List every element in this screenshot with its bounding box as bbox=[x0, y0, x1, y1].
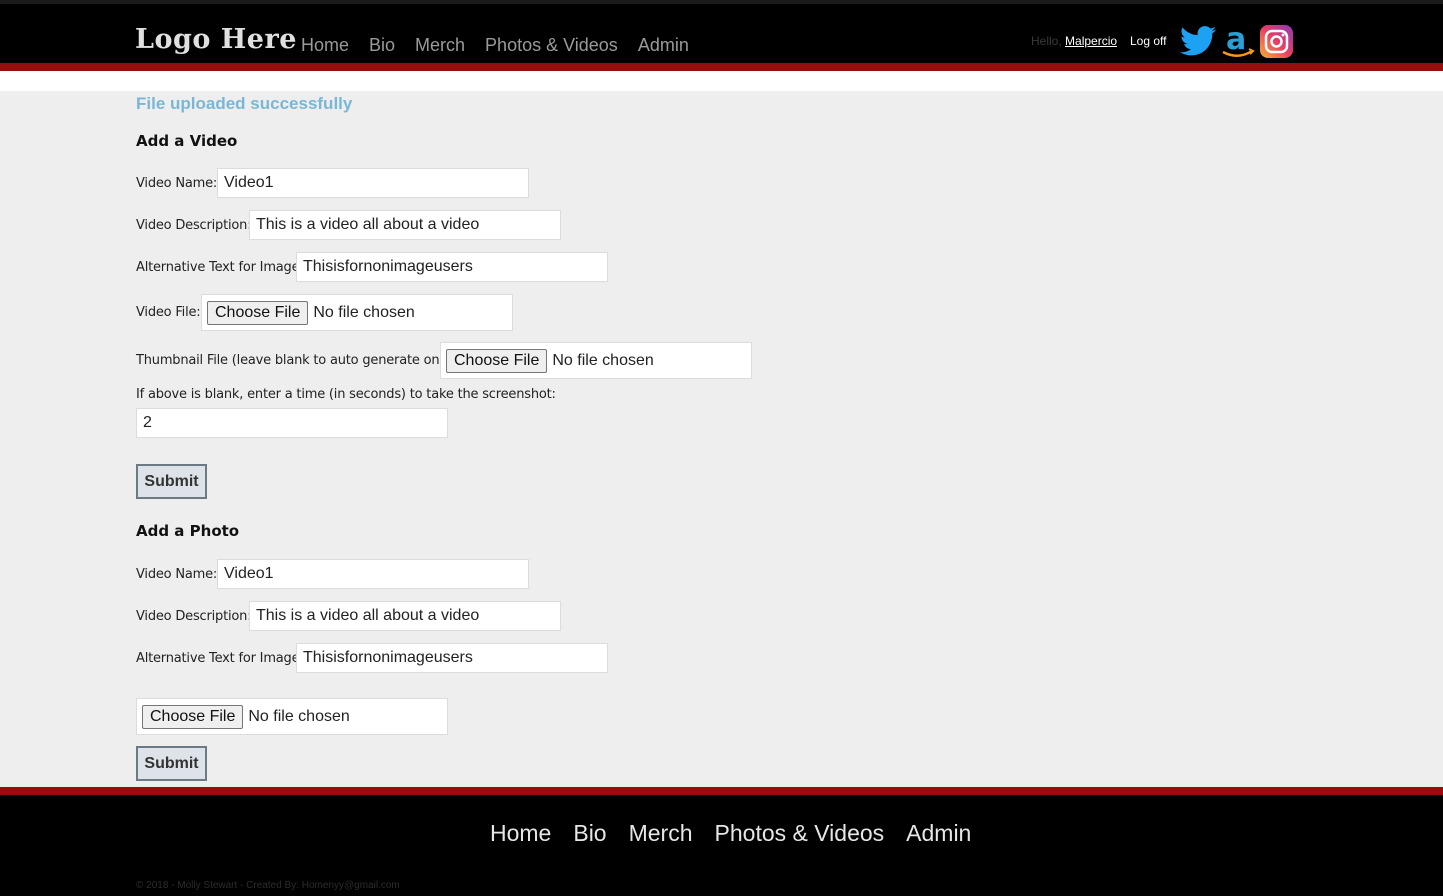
page: Logo Here Home Bio Merch Photos & Videos… bbox=[0, 0, 1443, 896]
photo-description-input[interactable]: This is a video all about a video bbox=[249, 601, 561, 631]
site-footer: Home Bio Merch Photos & Videos Admin © 2… bbox=[0, 796, 1443, 896]
video-file-input: Choose File No file chosen bbox=[201, 294, 513, 331]
screenshot-time-input[interactable]: 2 bbox=[136, 408, 448, 438]
thumbnail-file-status: No file chosen bbox=[552, 351, 654, 369]
video-description-input[interactable]: This is a video all about a video bbox=[249, 210, 561, 240]
video-alt-text-input[interactable]: Thisisfornonimageusers bbox=[296, 252, 608, 282]
photo-file-status: No file chosen bbox=[248, 707, 350, 725]
video-description-label: Video Description: bbox=[136, 218, 252, 233]
photo-submit-button[interactable]: Submit bbox=[136, 746, 207, 781]
nav-admin[interactable]: Admin bbox=[638, 35, 689, 56]
amazon-icon[interactable]: a bbox=[1220, 25, 1256, 59]
photo-description-label: Video Description: bbox=[136, 609, 252, 624]
footer-nav-bio[interactable]: Bio bbox=[573, 820, 606, 847]
header-spacer bbox=[0, 71, 1443, 91]
photo-name-input[interactable]: Video1 bbox=[217, 559, 529, 589]
site-header: Logo Here Home Bio Merch Photos & Videos… bbox=[0, 0, 1443, 63]
video-name-input[interactable]: Video1 bbox=[217, 168, 529, 198]
footer-accent-bar bbox=[0, 787, 1443, 795]
video-file-status: No file chosen bbox=[313, 303, 415, 321]
nav-bio[interactable]: Bio bbox=[369, 35, 395, 56]
logoff-link[interactable]: Log off bbox=[1130, 34, 1166, 48]
nav-photos-videos[interactable]: Photos & Videos bbox=[485, 35, 618, 56]
instagram-icon[interactable] bbox=[1260, 25, 1293, 58]
video-name-label: Video Name: bbox=[136, 176, 218, 191]
username-link[interactable]: Malpercio bbox=[1065, 34, 1117, 48]
add-photo-heading: Add a Photo bbox=[136, 522, 240, 540]
footer-nav-photos-videos[interactable]: Photos & Videos bbox=[715, 820, 885, 847]
main-nav: Home Bio Merch Photos & Videos Admin bbox=[301, 35, 689, 56]
thumbnail-file-label: Thumbnail File (leave blank to auto gene… bbox=[136, 353, 457, 368]
photo-alt-text-input[interactable]: Thisisfornonimageusers bbox=[296, 643, 608, 673]
thumbnail-file-input: Choose File No file chosen bbox=[440, 342, 752, 379]
footer-nav-merch[interactable]: Merch bbox=[629, 820, 693, 847]
photo-file-choose-button[interactable]: Choose File bbox=[142, 704, 244, 729]
nav-home[interactable]: Home bbox=[301, 35, 349, 56]
twitter-icon[interactable] bbox=[1180, 25, 1216, 57]
copyright-text: © 2018 - Molly Stewart - Created By: Hom… bbox=[136, 880, 400, 891]
svg-text:a: a bbox=[1226, 25, 1246, 57]
screenshot-time-label: If above is blank, enter a time (in seco… bbox=[136, 387, 556, 402]
photo-name-label: Video Name: bbox=[136, 567, 218, 582]
video-file-label: Video File: bbox=[136, 305, 201, 320]
thumbnail-file-choose-button[interactable]: Choose File bbox=[446, 348, 548, 373]
main-content: File uploaded successfully Add a Video V… bbox=[0, 91, 1443, 787]
photo-file-input: Choose File No file chosen bbox=[136, 698, 448, 735]
video-submit-button[interactable]: Submit bbox=[136, 464, 207, 499]
upload-success-message: File uploaded successfully bbox=[136, 94, 353, 113]
nav-merch[interactable]: Merch bbox=[415, 35, 465, 56]
footer-nav-home[interactable]: Home bbox=[490, 820, 551, 847]
add-video-heading: Add a Video bbox=[136, 132, 238, 150]
site-logo[interactable]: Logo Here bbox=[135, 24, 297, 55]
video-alt-text-label: Alternative Text for Image: bbox=[136, 260, 304, 275]
user-greeting: Hello, Malpercio bbox=[1031, 34, 1117, 48]
greeting-text: Hello, bbox=[1031, 34, 1062, 48]
photo-alt-text-label: Alternative Text for Image: bbox=[136, 651, 304, 666]
footer-nav: Home Bio Merch Photos & Videos Admin bbox=[490, 820, 971, 847]
video-file-choose-button[interactable]: Choose File bbox=[207, 300, 309, 325]
header-accent-bar bbox=[0, 63, 1443, 71]
footer-nav-admin[interactable]: Admin bbox=[906, 820, 971, 847]
